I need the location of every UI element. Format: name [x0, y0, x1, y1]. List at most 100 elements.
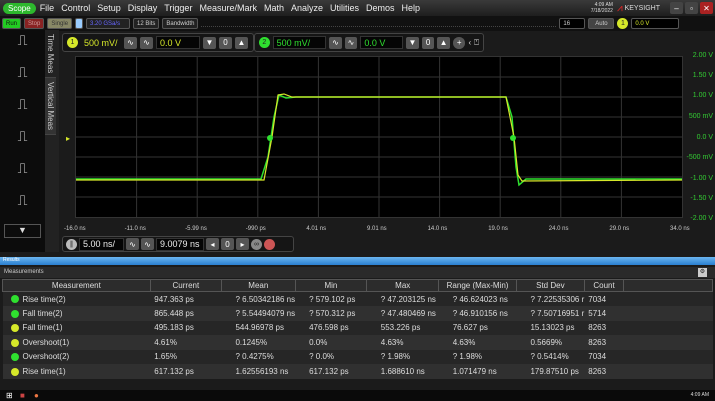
- column-header[interactable]: Current: [149, 279, 222, 292]
- decrease-scale-icon[interactable]: ∿: [124, 36, 137, 49]
- increase-timebase-icon[interactable]: ∿: [141, 238, 154, 250]
- pulse-measure-icon[interactable]: ⎍: [4, 96, 41, 126]
- measurements-label: Measurements: [4, 269, 44, 275]
- column-header[interactable]: [623, 279, 713, 292]
- windows-start-icon[interactable]: ⊞: [6, 391, 13, 400]
- column-header[interactable]: Std Dev: [515, 279, 585, 292]
- column-header[interactable]: Min: [294, 279, 368, 292]
- offset-up-icon[interactable]: ▲: [235, 36, 248, 49]
- channel-2-scale[interactable]: 500 mV/: [272, 36, 327, 49]
- channel-1-offset[interactable]: 0.0 V: [156, 36, 200, 49]
- menu-setup[interactable]: Setup: [97, 3, 121, 13]
- y-label: -1.50 V: [690, 195, 713, 202]
- table-row[interactable]: Rise time(2) 947.363 ps ? 6.50342186 ns ? 5…: [2, 291, 713, 306]
- increase-scale-icon[interactable]: ∿: [140, 36, 153, 49]
- collapse-icon[interactable]: ‹: [468, 38, 471, 47]
- menu-trigger[interactable]: Trigger: [164, 3, 192, 13]
- menu-help[interactable]: Help: [402, 3, 421, 13]
- decrease-scale-icon[interactable]: ∿: [329, 36, 342, 49]
- width-measure-icon[interactable]: ⎍: [4, 192, 41, 222]
- channel-2-offset[interactable]: 0.0 V: [360, 36, 404, 49]
- pause-icon[interactable]: ∥: [66, 238, 77, 250]
- cell-text: Rise time(2): [22, 294, 66, 304]
- trigger-level[interactable]: 0.0 V: [631, 18, 680, 29]
- cell-text: ? 7.22535306 r: [530, 294, 585, 304]
- run-button[interactable]: Run: [2, 18, 22, 29]
- menu-control[interactable]: Control: [61, 3, 90, 13]
- zoom-icon[interactable]: ∞: [251, 238, 262, 250]
- channel-1-scale[interactable]: 500 mV/: [81, 36, 121, 49]
- cell-text: ? 46.910156 ns: [452, 308, 508, 318]
- waveform-display[interactable]: [75, 56, 683, 218]
- menu-demos[interactable]: Demos: [366, 3, 395, 13]
- record-icon[interactable]: [264, 238, 275, 250]
- trigger-source-icon[interactable]: 1: [617, 18, 629, 29]
- tab-vertical-meas[interactable]: Vertical Meas: [45, 78, 56, 136]
- menu-math[interactable]: Math: [264, 3, 284, 13]
- timebase-scale[interactable]: 5.00 ns/: [79, 237, 124, 251]
- offset-zero-icon[interactable]: 0: [219, 36, 232, 49]
- average-count[interactable]: 16: [559, 18, 586, 29]
- measurement-value: ? 0.5414%: [516, 349, 585, 364]
- fall-time-measure-icon[interactable]: ⎍: [4, 64, 41, 94]
- table-row[interactable]: Fall time(1) 495.183 ps 544.96978 ps 476.59…: [2, 320, 713, 335]
- menu-file[interactable]: File: [40, 3, 55, 13]
- measurement-name: Overshoot(2): [2, 349, 151, 364]
- column-header[interactable]: Range (Max-Min): [438, 279, 517, 292]
- restore-button[interactable]: ▫: [685, 2, 698, 14]
- scope-app-icon[interactable]: ■: [20, 391, 25, 400]
- cell-text: 865.448 ps: [154, 308, 194, 318]
- overview-strip[interactable]: [201, 21, 557, 27]
- increase-scale-icon[interactable]: ∿: [344, 36, 358, 49]
- decrease-timebase-icon[interactable]: ∿: [126, 238, 139, 250]
- menu-measure-mark[interactable]: Measure/Mark: [199, 3, 257, 13]
- auto-button[interactable]: Auto: [588, 18, 615, 29]
- cell-text: ? 7.50716951 r: [530, 308, 585, 318]
- scroll-down-button[interactable]: ▼: [4, 224, 41, 238]
- offset-down-icon[interactable]: ▼: [203, 36, 216, 49]
- table-row[interactable]: Overshoot(1) 4.61% 0.1245% 0.0% 4.63% 4.63% 0.…: [2, 335, 713, 350]
- menu-display[interactable]: Display: [128, 3, 158, 13]
- column-header[interactable]: Mean: [220, 279, 296, 292]
- channel-1-toggle[interactable]: 1: [67, 37, 78, 48]
- y-label: -1.00 V: [690, 175, 713, 182]
- overshoot-measure-icon[interactable]: ⎍: [4, 160, 41, 190]
- pin-icon[interactable]: ⍞: [474, 38, 479, 48]
- bits[interactable]: 12 Bits: [133, 18, 160, 29]
- position-right-icon[interactable]: ▸: [236, 238, 249, 250]
- table-row[interactable]: Fall time(2) 865.448 ps ? 5.54494079 ns ? 5…: [2, 306, 713, 321]
- tab-time-meas[interactable]: Time Meas: [45, 30, 56, 79]
- position-left-icon[interactable]: ◂: [206, 238, 219, 250]
- vertical-tabs: Time Meas Vertical Meas: [45, 30, 59, 252]
- column-header[interactable]: Count: [583, 279, 625, 292]
- single-button[interactable]: Single: [47, 18, 73, 29]
- stop-button[interactable]: Stop: [24, 18, 45, 29]
- x-label: -5.99 ns: [185, 226, 207, 232]
- offset-zero-icon[interactable]: 0: [421, 36, 435, 49]
- add-channel-icon[interactable]: +: [452, 36, 466, 49]
- close-button[interactable]: ✕: [700, 2, 713, 14]
- rise-time-measure-icon[interactable]: ⎍: [4, 32, 41, 62]
- measurement-sidebar: ⎍ ⎍ ⎍ ⎍ ⎍ ⎍ ▼: [0, 30, 45, 252]
- column-header[interactable]: Max: [366, 279, 440, 292]
- offset-up-icon[interactable]: ▲: [437, 36, 450, 49]
- menu-utilities[interactable]: Utilities: [330, 3, 359, 13]
- position-zero-icon[interactable]: 0: [221, 238, 234, 250]
- minimize-button[interactable]: –: [670, 2, 683, 14]
- firefox-icon[interactable]: ●: [34, 391, 39, 400]
- table-row[interactable]: Overshoot(2) 1.65% ? 0.4275% ? 0.0% ? 1.98%?…: [2, 349, 713, 364]
- menu-analyze[interactable]: Analyze: [291, 3, 323, 13]
- cell-text: ? 47.203125 ns: [380, 294, 436, 304]
- column-header[interactable]: Measurement: [2, 279, 151, 292]
- autoscale-icon[interactable]: [75, 18, 84, 29]
- gear-icon[interactable]: ⚙: [698, 268, 707, 277]
- ground-marker-icon[interactable]: ▸: [66, 134, 70, 143]
- table-row[interactable]: Rise time(1) 617.132 ps 1.62556193 ns 617.1…: [2, 364, 713, 379]
- scope-button[interactable]: Scope: [3, 2, 36, 14]
- sample-rate[interactable]: 3.20 GSa/s: [86, 18, 131, 29]
- timebase-position[interactable]: 9.0079 ns: [156, 237, 204, 251]
- period-measure-icon[interactable]: ⎍: [4, 128, 41, 158]
- channel-2-toggle[interactable]: 2: [259, 37, 270, 48]
- bandwidth-button[interactable]: Bandwidth: [162, 18, 199, 29]
- offset-down-icon[interactable]: ▼: [406, 36, 419, 49]
